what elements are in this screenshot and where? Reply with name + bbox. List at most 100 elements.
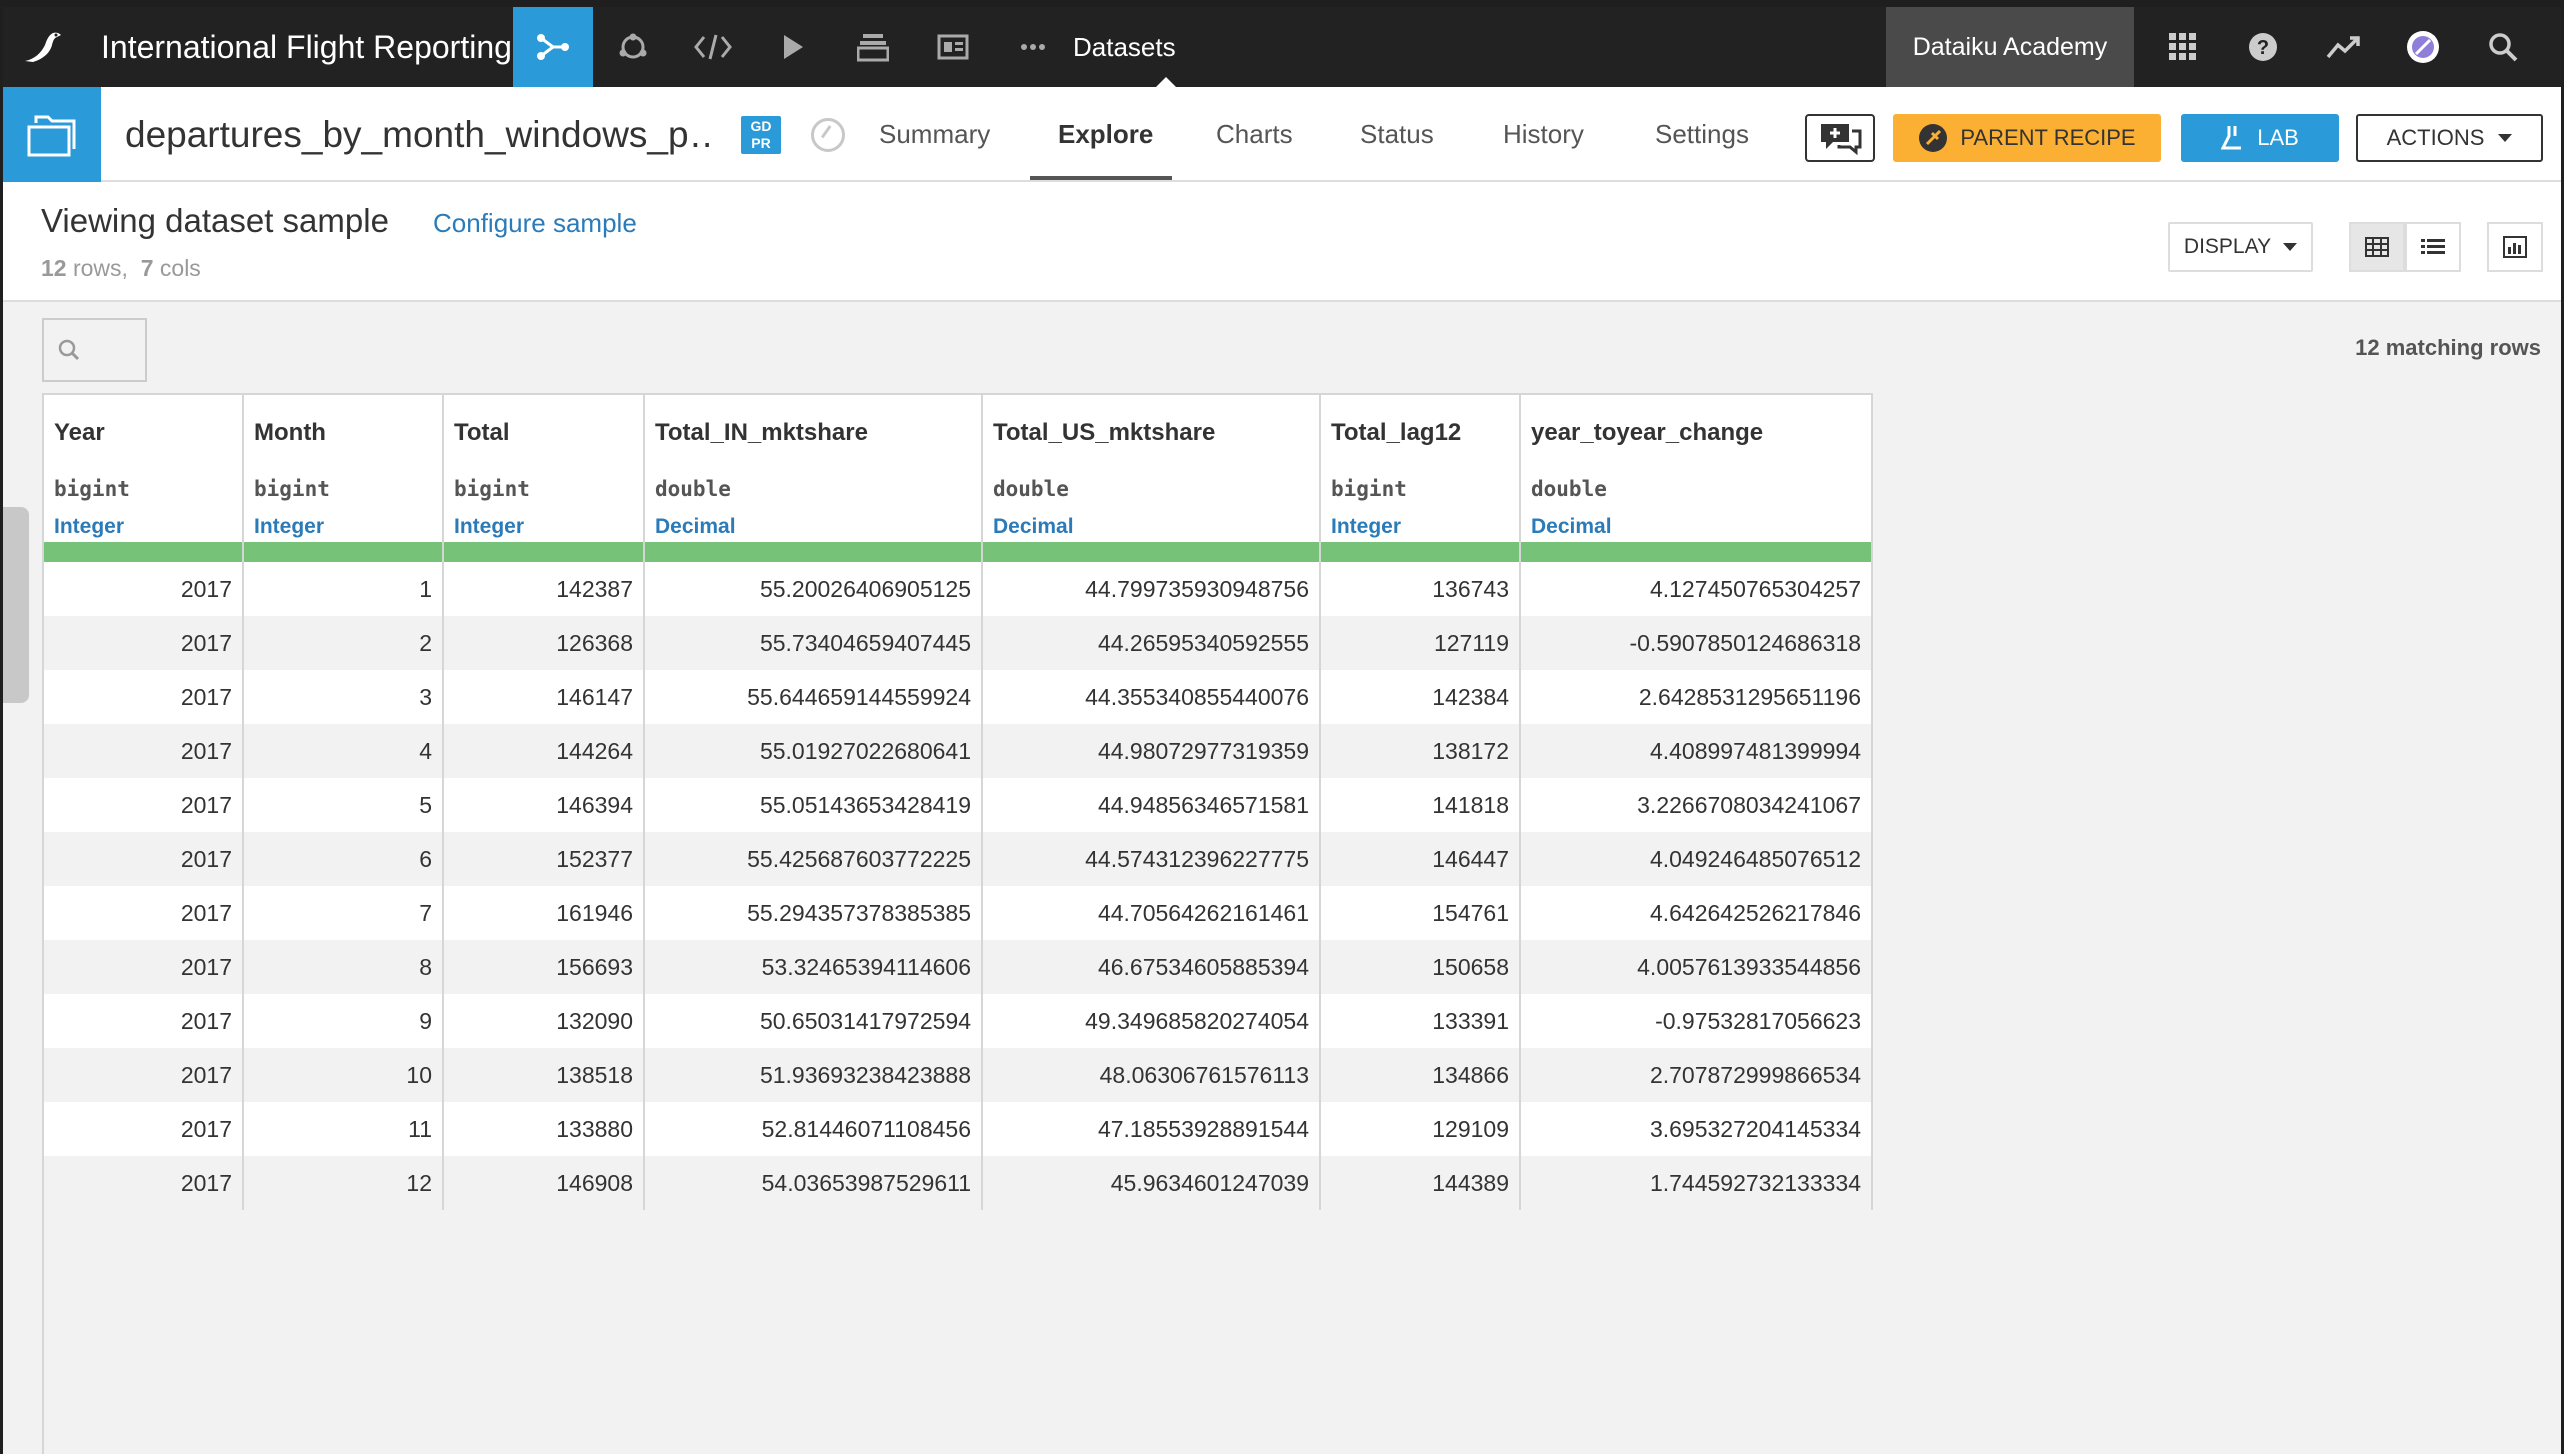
- table-cell[interactable]: 51.93693238423888: [643, 1048, 983, 1102]
- table-cell[interactable]: 2017: [42, 616, 244, 670]
- gdpr-badge[interactable]: GD PR: [741, 116, 781, 154]
- apps-grid-icon[interactable]: [2143, 7, 2223, 87]
- table-cell[interactable]: 48.06306761576113: [981, 1048, 1321, 1102]
- table-cell[interactable]: 146394: [442, 778, 645, 832]
- left-panel-handle[interactable]: [3, 507, 29, 703]
- column-header[interactable]: Total_US_mktshare double Decimal: [981, 393, 1321, 542]
- table-cell[interactable]: 142387: [442, 562, 645, 616]
- table-cell[interactable]: 141818: [1319, 778, 1521, 832]
- table-cell[interactable]: 126368: [442, 616, 645, 670]
- table-cell[interactable]: 132090: [442, 994, 645, 1048]
- table-cell[interactable]: 3: [242, 670, 444, 724]
- table-cell[interactable]: 3.2266708034241067: [1519, 778, 1873, 832]
- tab-history[interactable]: History: [1503, 87, 1584, 182]
- flow-icon[interactable]: [513, 7, 593, 87]
- table-cell[interactable]: 55.20026406905125: [643, 562, 983, 616]
- table-cell[interactable]: 2.707872999866534: [1519, 1048, 1873, 1102]
- table-cell[interactable]: 161946: [442, 886, 645, 940]
- table-cell[interactable]: 7: [242, 886, 444, 940]
- list-view-toggle[interactable]: [2405, 222, 2461, 272]
- table-cell[interactable]: 12: [242, 1156, 444, 1210]
- table-cell[interactable]: 55.73404659407445: [643, 616, 983, 670]
- academy-button[interactable]: Dataiku Academy: [1886, 7, 2134, 87]
- table-cell[interactable]: 44.799735930948756: [981, 562, 1321, 616]
- search-icon[interactable]: [2463, 7, 2543, 87]
- table-cell[interactable]: 11: [242, 1102, 444, 1156]
- table-cell[interactable]: 44.26595340592555: [981, 616, 1321, 670]
- activity-icon[interactable]: [2303, 7, 2383, 87]
- tab-settings[interactable]: Settings: [1655, 87, 1749, 182]
- table-cell[interactable]: 2017: [42, 886, 244, 940]
- table-cell[interactable]: 138172: [1319, 724, 1521, 778]
- table-cell[interactable]: 129109: [1319, 1102, 1521, 1156]
- table-cell[interactable]: 2017: [42, 940, 244, 994]
- table-cell[interactable]: 54.03653987529611: [643, 1156, 983, 1210]
- table-cell[interactable]: 45.9634601247039: [981, 1156, 1321, 1210]
- table-cell[interactable]: 2017: [42, 994, 244, 1048]
- lab-icon[interactable]: [593, 7, 673, 87]
- table-cell[interactable]: 47.18553928891544: [981, 1102, 1321, 1156]
- column-header[interactable]: Total bigint Integer: [442, 393, 645, 542]
- table-cell[interactable]: 44.574312396227775: [981, 832, 1321, 886]
- table-search-input[interactable]: [42, 318, 147, 382]
- column-name[interactable]: Year: [54, 419, 105, 447]
- column-meaning[interactable]: Decimal: [1531, 515, 1612, 539]
- table-cell[interactable]: 2017: [42, 778, 244, 832]
- dataiku-bird-icon[interactable]: [3, 7, 83, 87]
- table-cell[interactable]: 49.349685820274054: [981, 994, 1321, 1048]
- table-cell[interactable]: 44.355340855440076: [981, 670, 1321, 724]
- table-cell[interactable]: 55.05143653428419: [643, 778, 983, 832]
- column-name[interactable]: Total_lag12: [1331, 419, 1461, 447]
- table-cell[interactable]: 44.94856346571581: [981, 778, 1321, 832]
- table-cell[interactable]: 142384: [1319, 670, 1521, 724]
- table-cell[interactable]: 52.81446071108456: [643, 1102, 983, 1156]
- table-cell[interactable]: -0.5907850124686318: [1519, 616, 1873, 670]
- column-meaning[interactable]: Integer: [254, 515, 324, 539]
- table-cell[interactable]: 6: [242, 832, 444, 886]
- table-cell[interactable]: 55.425687603772225: [643, 832, 983, 886]
- table-cell[interactable]: 156693: [442, 940, 645, 994]
- table-cell[interactable]: 53.32465394114606: [643, 940, 983, 994]
- table-cell[interactable]: 127119: [1319, 616, 1521, 670]
- column-meaning[interactable]: Integer: [54, 515, 124, 539]
- table-cell[interactable]: 4.408997481399994: [1519, 724, 1873, 778]
- table-cell[interactable]: 2017: [42, 670, 244, 724]
- column-name[interactable]: Month: [254, 419, 326, 447]
- lab-button[interactable]: LAB: [2181, 114, 2339, 162]
- table-cell[interactable]: 144264: [442, 724, 645, 778]
- column-meaning[interactable]: Decimal: [993, 515, 1074, 539]
- table-cell[interactable]: 4.642642526217846: [1519, 886, 1873, 940]
- column-name[interactable]: year_toyear_change: [1531, 419, 1763, 447]
- actions-button[interactable]: ACTIONS: [2356, 114, 2543, 162]
- table-cell[interactable]: 9: [242, 994, 444, 1048]
- column-name[interactable]: Total: [454, 419, 510, 447]
- table-cell[interactable]: 134866: [1319, 1048, 1521, 1102]
- run-icon[interactable]: [753, 7, 833, 87]
- avatar-icon[interactable]: [2383, 7, 2463, 87]
- column-header[interactable]: Total_lag12 bigint Integer: [1319, 393, 1521, 542]
- column-stats-toggle[interactable]: [2487, 222, 2543, 272]
- dashboards-icon[interactable]: [913, 7, 993, 87]
- configure-sample-link[interactable]: Configure sample: [433, 208, 637, 239]
- table-cell[interactable]: 55.294357378385385: [643, 886, 983, 940]
- project-name[interactable]: International Flight Reporting: [101, 7, 512, 87]
- table-cell[interactable]: 2017: [42, 562, 244, 616]
- column-meaning[interactable]: Integer: [454, 515, 524, 539]
- table-cell[interactable]: 154761: [1319, 886, 1521, 940]
- table-cell[interactable]: 133391: [1319, 994, 1521, 1048]
- table-cell[interactable]: 8: [242, 940, 444, 994]
- table-cell[interactable]: 4.0057613933544856: [1519, 940, 1873, 994]
- table-cell[interactable]: 146447: [1319, 832, 1521, 886]
- code-icon[interactable]: [673, 7, 753, 87]
- table-cell[interactable]: 3.695327204145334: [1519, 1102, 1873, 1156]
- table-cell[interactable]: 4.127450765304257: [1519, 562, 1873, 616]
- table-cell[interactable]: 144389: [1319, 1156, 1521, 1210]
- help-icon[interactable]: ?: [2223, 7, 2303, 87]
- more-icon[interactable]: [993, 7, 1073, 87]
- table-cell[interactable]: 55.644659144559924: [643, 670, 983, 724]
- table-cell[interactable]: 5: [242, 778, 444, 832]
- table-cell[interactable]: 55.01927022680641: [643, 724, 983, 778]
- notebooks-icon[interactable]: [833, 7, 913, 87]
- column-meaning[interactable]: Integer: [1331, 515, 1401, 539]
- display-dropdown[interactable]: DISPLAY: [2168, 222, 2313, 272]
